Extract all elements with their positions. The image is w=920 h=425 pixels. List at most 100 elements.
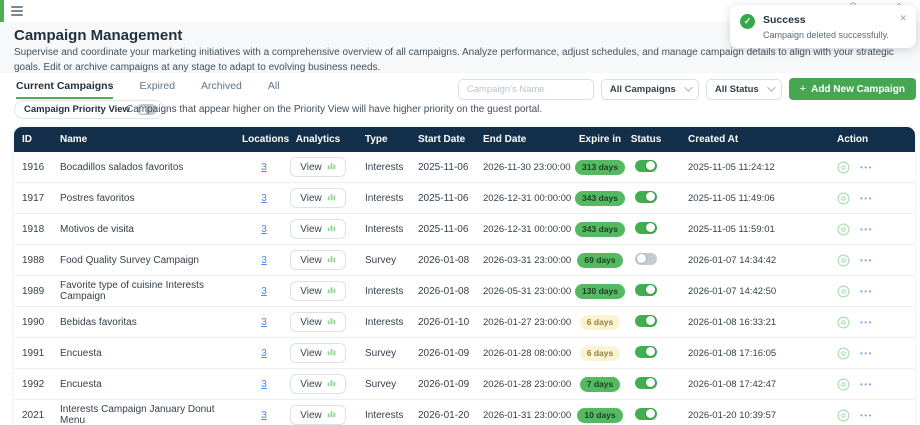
status-toggle[interactable] [635,253,657,265]
status-toggle[interactable] [635,315,657,327]
cell-start-date: 2025-11-06 [404,224,474,235]
locations-link[interactable]: 3 [261,286,267,297]
more-actions-icon[interactable]: ••• [860,194,873,203]
eye-icon[interactable] [837,347,850,360]
locations-link[interactable]: 3 [261,162,267,173]
cell-status [626,315,666,330]
view-analytics-button[interactable]: View [290,312,346,332]
eye-icon[interactable] [837,223,850,236]
cell-expire-in: 69 days [574,253,626,268]
locations-link[interactable]: 3 [261,348,267,359]
status-toggle[interactable] [635,346,657,358]
more-actions-icon[interactable]: ••• [860,287,873,296]
plus-icon: + [800,83,806,95]
cell-created-at: 2026-01-08 17:16:05 [666,348,814,359]
cell-id: 1916 [14,162,60,173]
locations-link[interactable]: 3 [261,317,267,328]
view-analytics-button[interactable]: View [290,343,346,363]
expire-badge: 130 days [575,284,625,299]
status-toggle[interactable] [635,191,657,203]
tab-expired[interactable]: Expired [139,80,175,99]
eye-icon[interactable] [837,316,850,329]
cell-status [626,377,666,392]
eye-icon[interactable] [837,285,850,298]
locations-link[interactable]: 3 [261,193,267,204]
cell-start-date: 2026-01-09 [404,348,474,359]
cell-expire-in: 130 days [574,284,626,299]
eye-icon[interactable] [837,378,850,391]
cell-expire-in: 343 days [574,191,626,206]
locations-link[interactable]: 3 [261,224,267,235]
cell-analytics: View [286,405,350,425]
toggle-knob [637,254,646,263]
eye-icon[interactable] [837,161,850,174]
status-toggle[interactable] [635,284,657,296]
cell-end-date: 2026-01-31 23:00:00 [474,410,574,421]
close-icon[interactable]: ✕ [899,13,907,24]
cell-action: ••• [814,285,915,298]
cell-action: ••• [814,347,915,360]
view-analytics-button[interactable]: View [290,157,346,177]
eye-icon[interactable] [837,409,850,422]
cell-status [626,346,666,361]
view-analytics-button[interactable]: View [290,405,346,425]
more-actions-icon[interactable]: ••• [860,380,873,389]
cell-type: Interests [350,224,404,235]
more-actions-icon[interactable]: ••• [860,411,873,420]
more-actions-icon[interactable]: ••• [860,163,873,172]
campaigns-filter-select[interactable]: All Campaigns [601,79,699,100]
cell-expire-in: 10 days [574,408,626,423]
priority-view-caption: Campaigns that appear higher on the Prio… [126,104,542,115]
more-actions-icon[interactable]: ••• [860,256,873,265]
locations-link[interactable]: 3 [261,255,267,266]
view-analytics-button[interactable]: View [290,374,346,394]
bar-chart-icon [327,254,336,266]
cell-locations: 3 [242,317,286,328]
locations-link[interactable]: 3 [261,410,267,421]
cell-end-date: 2026-05-31 23:00:00 [474,286,574,297]
view-analytics-button[interactable]: View [290,281,346,301]
status-toggle[interactable] [635,377,657,389]
cell-created-at: 2025-11-05 11:24:12 [666,162,814,173]
status-toggle[interactable] [635,222,657,234]
view-button-label: View [300,162,322,173]
eye-icon[interactable] [837,254,850,267]
tab-archived[interactable]: Archived [201,80,242,99]
hamburger-menu-icon[interactable] [11,4,23,16]
cell-start-date: 2026-01-08 [404,286,474,297]
status-toggle[interactable] [635,408,657,420]
locations-link[interactable]: 3 [261,379,267,390]
more-actions-icon[interactable]: ••• [860,225,873,234]
cell-locations: 3 [242,162,286,173]
campaigns-table: ID Name Locations Analytics Type Start D… [14,127,915,425]
cell-id: 1989 [14,286,60,297]
chevron-down-icon [684,83,692,91]
cell-action: ••• [814,192,915,205]
status-filter-select[interactable]: All Status [706,79,782,100]
more-actions-icon[interactable]: ••• [860,349,873,358]
more-actions-icon[interactable]: ••• [860,318,873,327]
tab-current-campaigns[interactable]: Current Campaigns [16,80,113,99]
cell-status [626,408,666,423]
add-new-campaign-button[interactable]: + Add New Campaign [789,78,916,100]
toggle-knob [646,161,655,170]
eye-icon[interactable] [837,192,850,205]
cell-name: Encuesta [60,348,242,359]
expire-badge: 6 days [580,315,620,330]
cell-action: ••• [814,409,915,422]
cell-analytics: View [286,281,350,301]
tab-bar: Current Campaigns Expired Archived All [16,80,280,99]
tab-all[interactable]: All [268,80,280,99]
col-header-analytics: Analytics [286,134,350,145]
view-analytics-button[interactable]: View [290,219,346,239]
cell-created-at: 2026-01-07 14:34:42 [666,255,814,266]
status-toggle[interactable] [635,160,657,172]
cell-status [626,191,666,206]
cell-end-date: 2026-12-31 00:00:00 [474,193,574,204]
search-input[interactable] [458,79,594,100]
view-analytics-button[interactable]: View [290,188,346,208]
view-analytics-button[interactable]: View [290,250,346,270]
filter-bar: All Campaigns All Status + Add New Campa… [458,78,916,100]
success-toast: ✓ Success Campaign deleted successfully.… [730,5,916,48]
cell-start-date: 2026-01-20 [404,410,474,421]
